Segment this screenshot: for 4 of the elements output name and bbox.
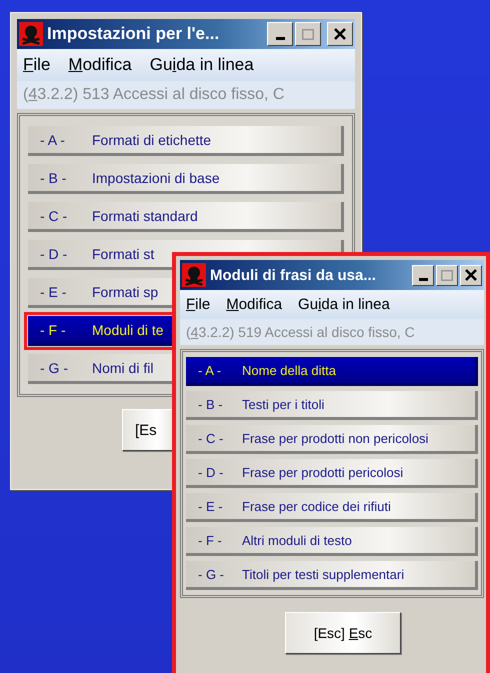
status-text: (43.2.2) 513 Accessi al disco fisso, C xyxy=(17,81,355,109)
status-text: (43.2.2) 519 Accessi al disco fisso, C xyxy=(180,319,484,345)
window-title: Moduli di frasi da usa... xyxy=(210,266,377,284)
window-title: Impostazioni per l'e... xyxy=(47,24,220,44)
